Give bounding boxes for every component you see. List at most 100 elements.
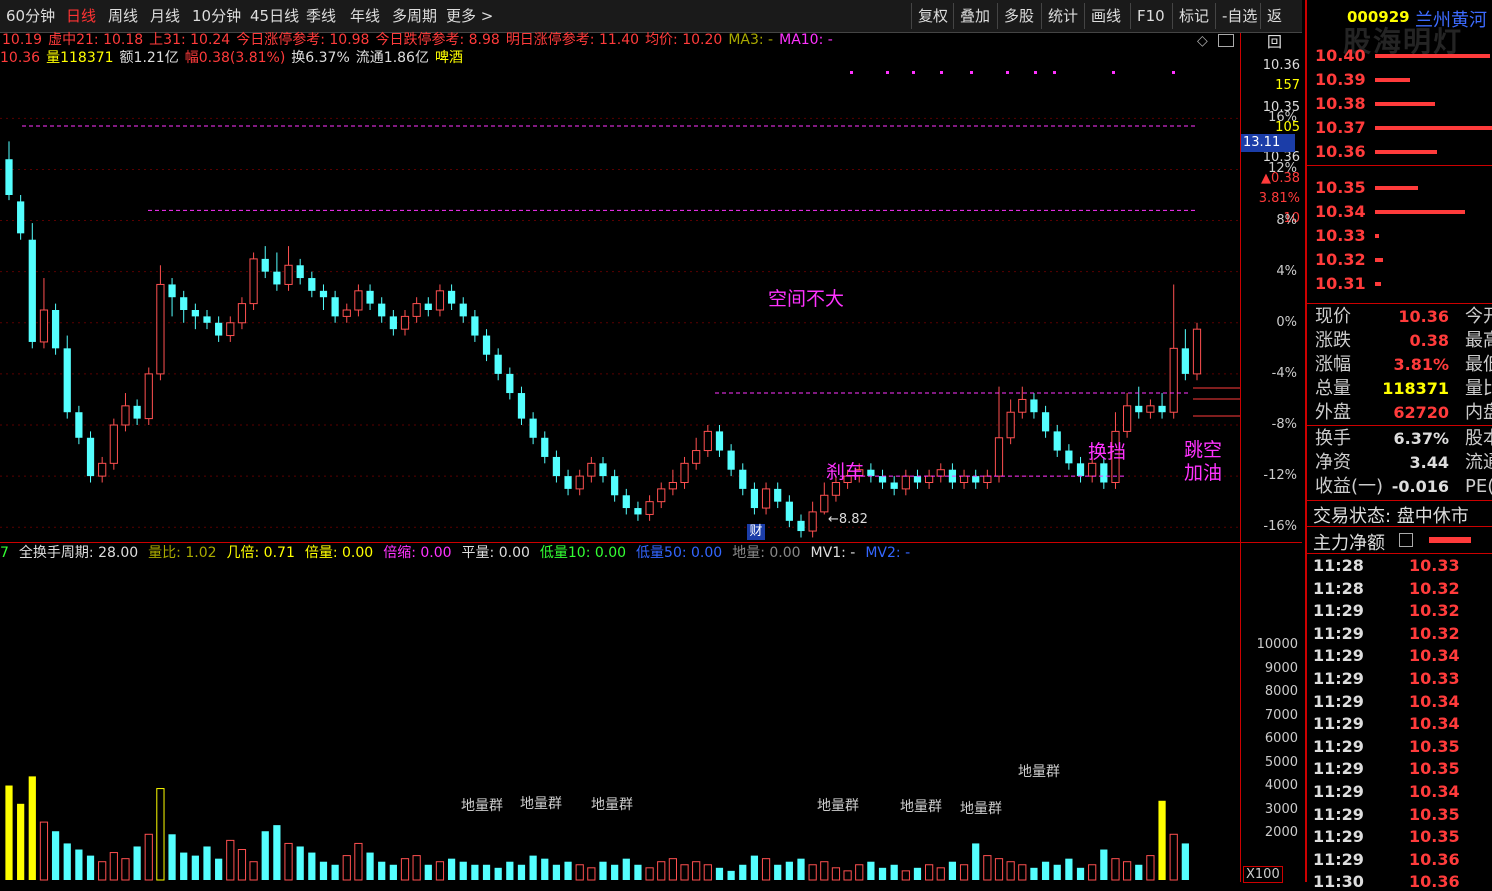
candlestick[interactable] [63, 335, 71, 419]
candlestick[interactable] [715, 425, 724, 457]
candlestick[interactable] [215, 316, 223, 342]
candlestick[interactable] [144, 367, 153, 426]
candlestick[interactable] [552, 450, 561, 483]
candlestick[interactable] [680, 456, 689, 489]
flow-detail-icon[interactable] [1399, 533, 1413, 547]
candlestick[interactable] [39, 278, 49, 349]
candlestick[interactable] [890, 476, 898, 496]
candlestick[interactable] [994, 386, 1004, 483]
orderbook-price[interactable]: 10.35 [1315, 176, 1366, 200]
orderbook-price[interactable]: 10.32 [1315, 248, 1366, 272]
candlestick[interactable] [17, 195, 25, 240]
orderbook-price[interactable]: 10.40 [1315, 44, 1366, 68]
candlestick[interactable] [180, 290, 188, 323]
candlestick[interactable] [400, 310, 410, 336]
candlestick[interactable] [750, 482, 759, 515]
candlestick[interactable] [517, 386, 526, 425]
candlestick[interactable] [878, 469, 887, 489]
finance-marker[interactable]: 财 [747, 524, 765, 540]
candlestick[interactable] [366, 284, 374, 310]
candlestick[interactable] [412, 297, 421, 323]
candlestick[interactable] [1192, 322, 1202, 381]
candlestick[interactable] [354, 284, 363, 317]
candlestick[interactable] [389, 310, 397, 336]
candlestick[interactable] [901, 469, 910, 496]
orderbook-price[interactable]: 10.33 [1315, 224, 1366, 248]
candlestick[interactable] [319, 284, 328, 310]
candlestick[interactable] [913, 469, 922, 489]
candlestick[interactable] [424, 297, 432, 317]
candlestick[interactable] [703, 425, 712, 457]
candlestick[interactable] [273, 252, 281, 291]
candlestick[interactable] [936, 463, 945, 483]
candlestick[interactable] [645, 495, 654, 521]
candlestick[interactable] [308, 271, 316, 298]
candlestick[interactable] [156, 265, 165, 381]
orderbook-price[interactable]: 10.37 [1315, 116, 1366, 140]
candlestick[interactable] [203, 310, 211, 330]
candlestick[interactable] [1158, 393, 1166, 419]
candlestick[interactable] [471, 310, 479, 342]
candlestick[interactable] [1018, 386, 1027, 419]
candlestick[interactable] [1030, 393, 1038, 419]
candlestick[interactable] [1065, 444, 1073, 470]
candlestick[interactable] [1053, 425, 1061, 457]
orderbook-price[interactable]: 10.38 [1315, 92, 1366, 116]
candlestick[interactable] [972, 469, 980, 489]
candlestick[interactable] [1006, 399, 1015, 445]
candlestick[interactable] [28, 223, 36, 349]
candlestick[interactable] [342, 303, 351, 323]
candlestick[interactable] [611, 469, 619, 502]
candlestick[interactable] [983, 469, 992, 489]
candlestick[interactable] [191, 303, 199, 330]
candlestick[interactable] [820, 482, 829, 515]
candlestick[interactable] [599, 456, 607, 483]
candlestick[interactable] [1041, 405, 1050, 438]
candlestick[interactable] [121, 393, 130, 432]
candlestick[interactable] [774, 482, 782, 509]
candlestick[interactable] [331, 290, 339, 323]
candlestick[interactable] [378, 297, 386, 323]
candlestick[interactable] [237, 297, 247, 330]
candlestick[interactable] [506, 367, 514, 400]
candlestick[interactable] [86, 431, 95, 483]
candlestick[interactable] [541, 431, 549, 464]
candlestick[interactable] [622, 488, 630, 515]
candlestick[interactable] [959, 469, 969, 489]
candlestick[interactable] [761, 482, 771, 515]
orderbook-price[interactable]: 10.31 [1315, 272, 1366, 296]
candlestick[interactable] [1181, 329, 1189, 381]
candlestick[interactable] [867, 463, 875, 483]
candlestick[interactable] [575, 469, 584, 496]
candlestick[interactable] [482, 329, 491, 362]
candlestick[interactable] [249, 252, 258, 311]
candlestick[interactable] [75, 405, 83, 445]
candlestick[interactable] [739, 463, 747, 496]
candlestick[interactable] [98, 456, 107, 483]
candlestick[interactable] [692, 437, 701, 470]
candlestick[interactable] [657, 482, 666, 509]
candlestick[interactable] [447, 284, 456, 310]
candlestick[interactable] [261, 246, 269, 279]
orderbook-price[interactable]: 10.39 [1315, 68, 1366, 92]
candlestick[interactable] [1135, 386, 1143, 419]
candlestick[interactable] [1123, 393, 1132, 438]
candlestick[interactable] [435, 284, 445, 317]
candlestick[interactable] [808, 501, 817, 538]
orderbook-price[interactable]: 10.36 [1315, 140, 1366, 164]
candlestick[interactable] [284, 246, 293, 291]
candlestick[interactable] [5, 141, 13, 201]
candlestick[interactable] [1169, 284, 1178, 419]
candlestick[interactable] [296, 258, 304, 285]
candlestick[interactable] [797, 514, 805, 538]
candlestick[interactable] [727, 444, 735, 477]
candlestick[interactable] [1076, 456, 1085, 483]
candlestick[interactable] [564, 469, 572, 496]
candlestick[interactable] [785, 495, 793, 528]
candlestick[interactable] [1146, 399, 1155, 419]
candlestick[interactable] [459, 297, 467, 323]
candlestick[interactable] [494, 348, 502, 381]
candlestick[interactable] [529, 412, 537, 445]
candlestick[interactable] [226, 316, 235, 342]
candlestick[interactable] [168, 278, 176, 317]
